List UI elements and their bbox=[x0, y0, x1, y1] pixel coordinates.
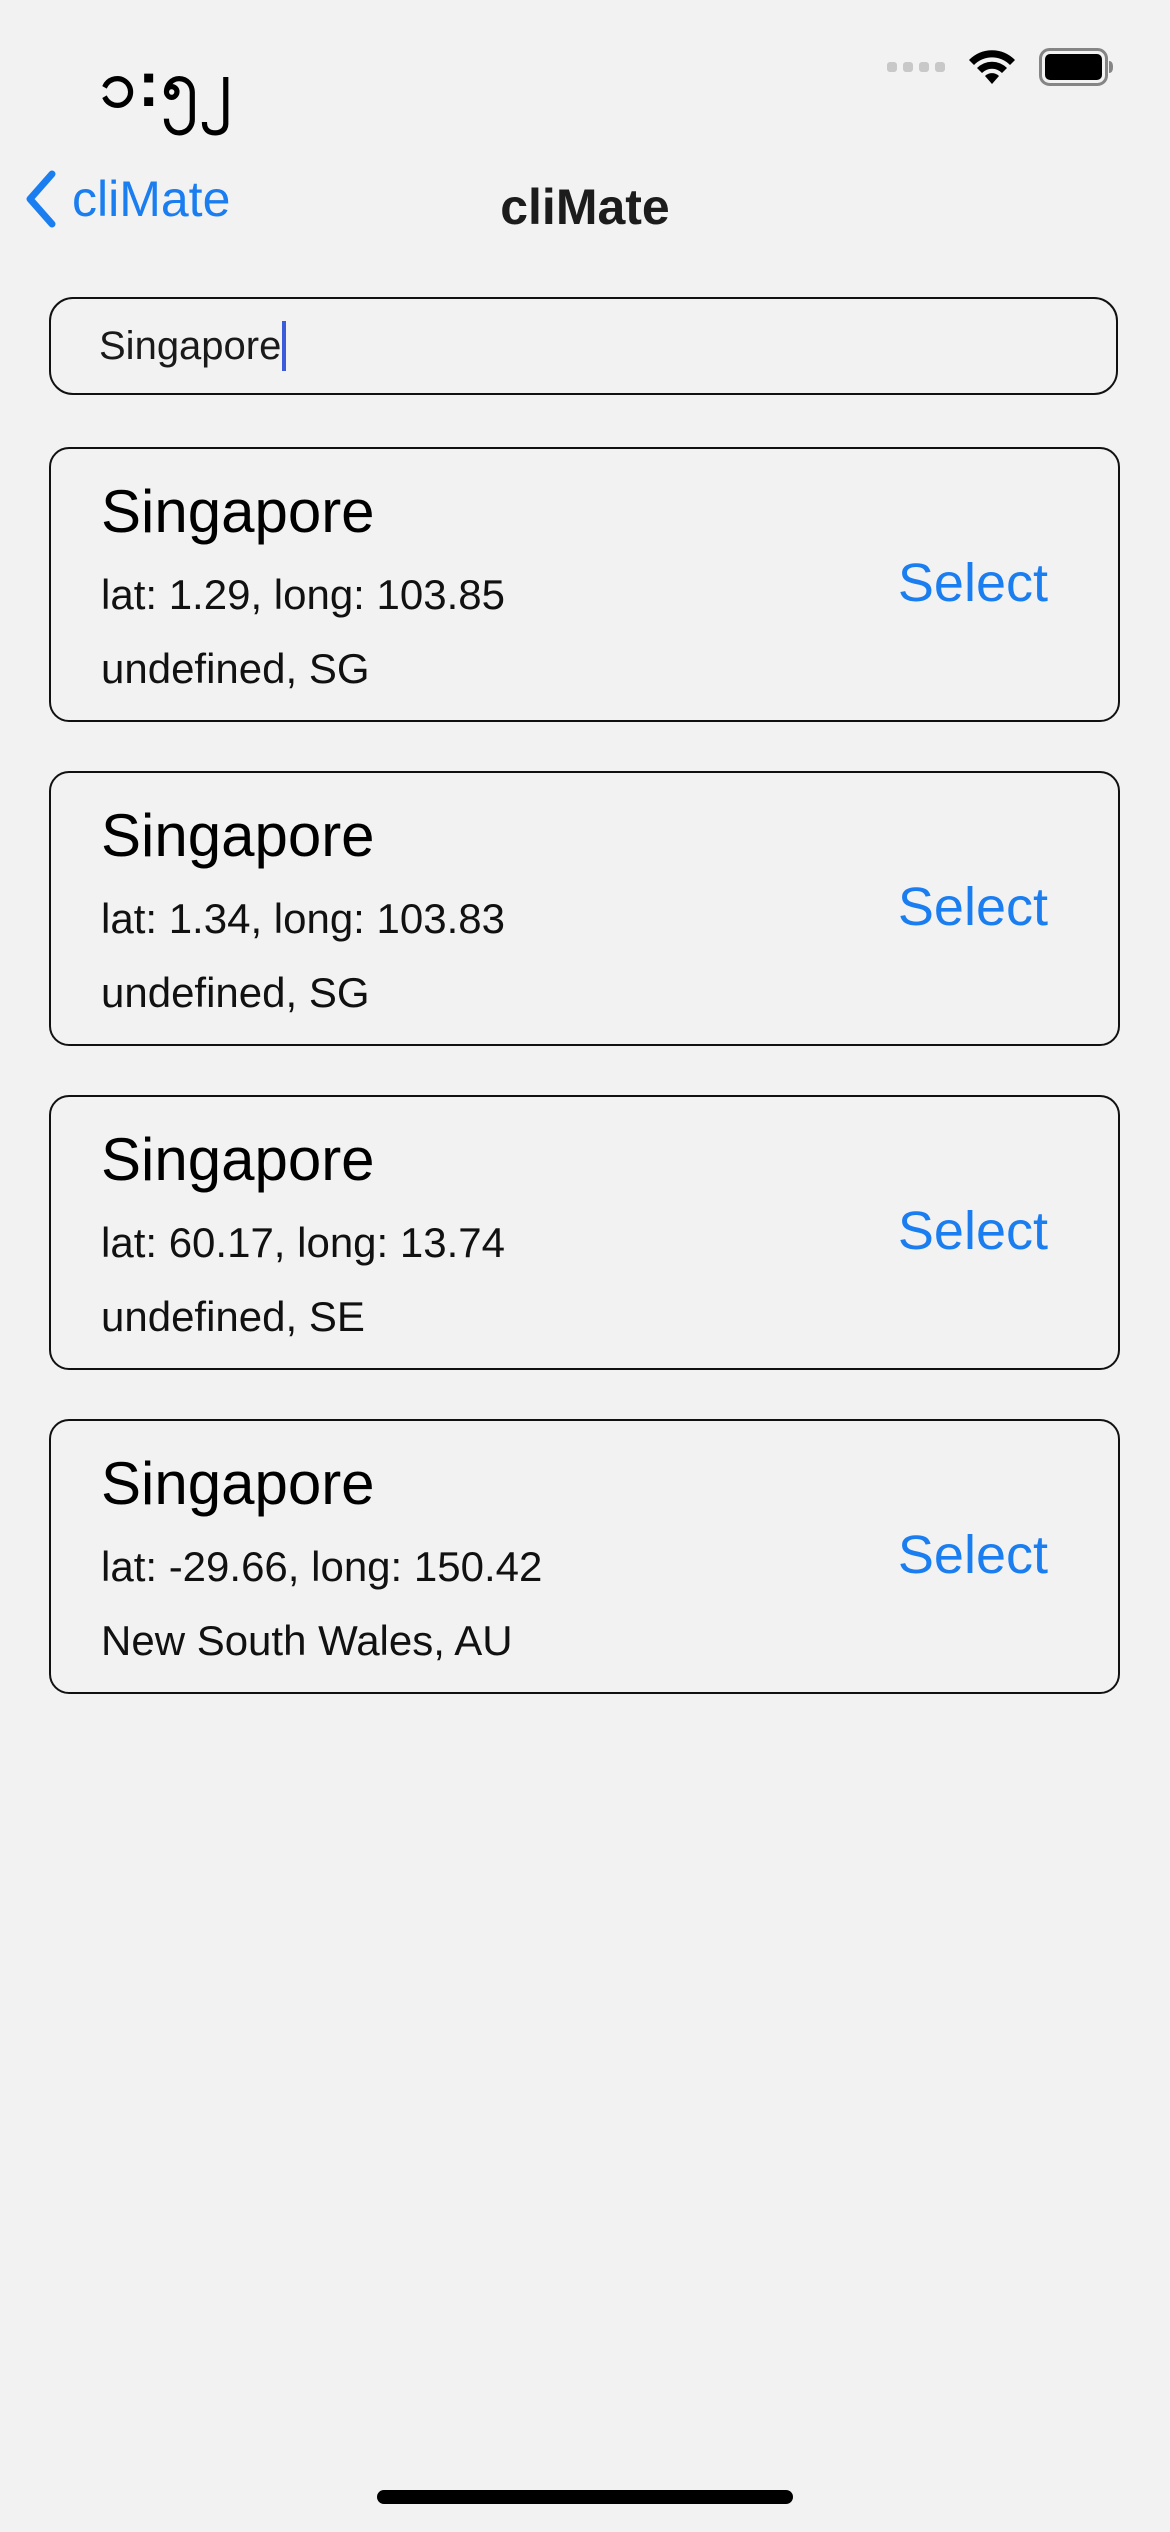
navigation-bar: cliMate cliMate bbox=[0, 160, 1170, 250]
location-coordinates: lat: 60.17, long: 13.74 bbox=[101, 1219, 505, 1266]
results-list: Singapore lat: 1.29, long: 103.85 undefi… bbox=[49, 447, 1120, 1743]
result-card: Singapore lat: 1.29, long: 103.85 undefi… bbox=[49, 447, 1120, 722]
select-button[interactable]: Select bbox=[898, 552, 1048, 614]
status-icons bbox=[887, 48, 1115, 86]
select-button[interactable]: Select bbox=[898, 1200, 1048, 1262]
battery-icon bbox=[1039, 48, 1113, 86]
page-title: cliMate bbox=[500, 179, 670, 235]
location-name: Singapore bbox=[101, 478, 375, 545]
location-coordinates: lat: 1.34, long: 103.83 bbox=[101, 895, 505, 942]
status-time: ၁:၅၂ bbox=[100, 48, 233, 120]
cellular-signal-icon bbox=[887, 62, 945, 72]
text-caret bbox=[282, 321, 287, 371]
status-bar: ၁:၅၂ bbox=[0, 0, 1170, 150]
location-coordinates: lat: 1.29, long: 103.85 bbox=[101, 571, 505, 618]
wifi-icon bbox=[969, 50, 1015, 84]
location-name: Singapore bbox=[101, 1126, 375, 1193]
search-input-value: Singapore bbox=[99, 323, 282, 368]
location-name: Singapore bbox=[101, 1450, 375, 1517]
location-region: undefined, SG bbox=[101, 969, 370, 1016]
select-button[interactable]: Select bbox=[898, 1524, 1048, 1586]
location-name: Singapore bbox=[101, 802, 375, 869]
location-region: undefined, SG bbox=[101, 645, 370, 692]
home-indicator[interactable] bbox=[377, 2490, 793, 2504]
search-input[interactable]: Singapore bbox=[49, 297, 1118, 395]
result-card: Singapore lat: 60.17, long: 13.74 undefi… bbox=[49, 1095, 1120, 1370]
location-coordinates: lat: -29.66, long: 150.42 bbox=[101, 1543, 543, 1590]
select-button[interactable]: Select bbox=[898, 876, 1048, 938]
location-region: undefined, SE bbox=[101, 1293, 365, 1340]
result-card: Singapore lat: -29.66, long: 150.42 New … bbox=[49, 1419, 1120, 1694]
result-card: Singapore lat: 1.34, long: 103.83 undefi… bbox=[49, 771, 1120, 1046]
location-region: New South Wales, AU bbox=[101, 1617, 513, 1664]
